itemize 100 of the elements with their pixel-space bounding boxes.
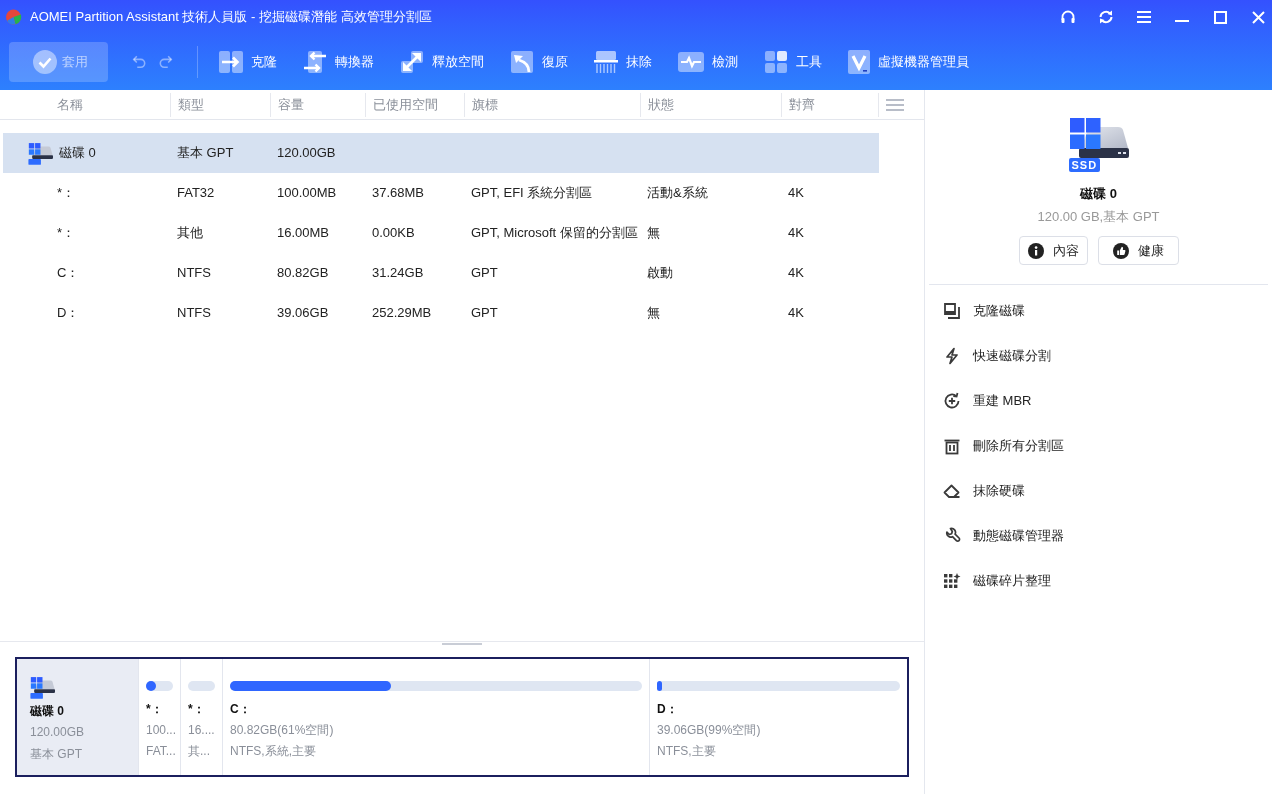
menu-icon[interactable]	[1136, 10, 1152, 24]
usage-bar	[188, 681, 215, 691]
lightning-icon	[943, 346, 961, 365]
table-cell: 基本 GPT	[177, 145, 234, 161]
disk-icon	[28, 141, 53, 165]
partition-size: 80.82GB(61%空間)	[230, 722, 335, 738]
disk-summary: 120.00 GB,基本 GPT	[1037, 209, 1160, 225]
partition-details: NTFS,系統,主要	[230, 743, 317, 759]
table-cell: C：	[57, 265, 80, 281]
circle-plus-arrow-icon	[943, 391, 961, 410]
grid-tiles-icon	[764, 50, 788, 74]
partition-details: 其...	[188, 743, 211, 759]
toolbar-button[interactable]: 克隆	[206, 42, 290, 82]
v-tile-icon	[848, 49, 870, 75]
partition-block[interactable]: C： 80.82GB(61%空間) NTFS,系統,主要	[222, 659, 649, 775]
disk-map[interactable]: 磁碟 0 120.00GB 基本 GPT *： 100... FAT... *： 16.... 其... C： 80.82GB(61%空間) NTFS,系統,主要 D： 39.06GB(99%空間) NTFS,主要	[15, 657, 909, 777]
column-header[interactable]: 容量	[270, 92, 365, 117]
table-cell: NTFS	[177, 265, 211, 281]
close-icon[interactable]	[1251, 10, 1265, 24]
action-menu-item[interactable]: 快速磁碟分割	[925, 333, 1051, 378]
toolbar-button[interactable]: 工具	[751, 42, 835, 82]
refresh-icon[interactable]	[1098, 9, 1114, 25]
table-cell: 無	[647, 305, 660, 321]
table-cell: 4K	[788, 185, 804, 201]
table-cell: 100.00MB	[277, 185, 337, 201]
dot-grid-icon	[943, 571, 961, 590]
disk-type: 基本 GPT	[30, 746, 83, 762]
headset-icon[interactable]	[1060, 9, 1076, 25]
thumbs-up-icon	[1112, 242, 1129, 259]
partition-block[interactable]: *： 100... FAT...	[138, 659, 180, 775]
copy-squares-icon	[943, 301, 961, 320]
check-circle-icon	[33, 50, 57, 74]
table-cell: GPT	[471, 305, 498, 321]
column-header[interactable]: 已使用空間	[365, 92, 464, 117]
partition-size: 39.06GB(99%空間)	[657, 722, 762, 738]
partition-label: D：	[657, 701, 679, 717]
disk-icon	[30, 676, 55, 699]
table-cell: 啟動	[647, 265, 673, 281]
action-menu-item[interactable]: 克隆磁碟	[925, 288, 1025, 333]
disk-title: 磁碟 0	[1080, 186, 1117, 202]
table-cell: 37.68MB	[372, 185, 425, 201]
toolbar-button[interactable]: 虛擬機器管理員	[835, 42, 982, 82]
table-cell: 252.29MB	[372, 305, 432, 321]
disk-summary-panel[interactable]: 磁碟 0 120.00GB 基本 GPT	[17, 659, 138, 775]
pulse-tile-icon	[678, 50, 704, 74]
table-cell: *：	[57, 225, 76, 241]
table-cell: 無	[647, 225, 660, 241]
disk-action-button[interactable]: 內容	[1018, 236, 1088, 265]
table-row[interactable]: 磁碟 0 基本 GPT 120.00GB	[3, 133, 879, 173]
action-menu-item[interactable]: 動態磁碟管理器	[925, 513, 1064, 558]
maximize-icon[interactable]	[1213, 10, 1227, 24]
table-cell: NTFS	[177, 305, 211, 321]
toolbar-button[interactable]: 轉換器	[290, 42, 387, 82]
partition-details: FAT...	[146, 743, 173, 759]
curved-arrow-tile-icon	[510, 50, 534, 74]
table-cell: 39.06GB	[277, 305, 329, 321]
action-menu-item[interactable]: 重建 MBR	[925, 378, 1032, 423]
table-cell: 80.82GB	[277, 265, 329, 281]
toolbar-button[interactable]: 復原	[497, 42, 581, 82]
column-header[interactable]: 狀態	[640, 92, 781, 117]
table-cell: GPT, Microsoft 保留的分割區	[471, 225, 638, 241]
partition-size: 100...	[146, 722, 173, 738]
table-cell: 16.00MB	[277, 225, 330, 241]
shredder-icon	[594, 50, 618, 74]
disk-action-button[interactable]: 健康	[1097, 236, 1179, 265]
partition-label: C：	[230, 701, 252, 717]
partition-label: *：	[146, 701, 164, 717]
table-cell: 4K	[788, 225, 804, 241]
table-cell: 活動&系統	[647, 185, 708, 201]
app-logo-icon	[5, 8, 23, 26]
wrench-icon	[943, 526, 961, 545]
drive-icon	[1068, 118, 1129, 158]
table-cell: 120.00GB	[277, 145, 336, 161]
toolbar-button[interactable]: 抹除	[581, 42, 665, 82]
arrow-tiles-icon	[219, 50, 243, 74]
partition-label: *：	[188, 701, 206, 717]
table-cell: 0.00KB	[372, 225, 415, 241]
partition-block[interactable]: *： 16.... 其...	[180, 659, 222, 775]
window-title: AOMEI Partition Assistant 技術人員版 - 挖掘磁碟潛能 高效管理分割區	[30, 9, 432, 25]
action-menu-item[interactable]: 刪除所有分割區	[925, 423, 1064, 468]
table-cell: D：	[57, 305, 80, 321]
table-cell: 4K	[788, 305, 804, 321]
action-menu-item[interactable]: 磁碟碎片整理	[925, 558, 1051, 603]
toolbar-button[interactable]: 釋放空間	[387, 42, 497, 82]
disk-size: 120.00GB	[30, 724, 86, 740]
action-menu-item[interactable]: 抹除硬碟	[925, 468, 1025, 513]
table-cell: 31.24GB	[372, 265, 424, 281]
toolbar-button[interactable]: 檢測	[665, 42, 751, 82]
table-cell: *：	[57, 185, 76, 201]
disk-name: 磁碟 0	[30, 703, 65, 719]
table-cell-text: 磁碟 0	[59, 144, 96, 163]
table-cell: 其他	[177, 225, 203, 241]
drive-type-badge: SSD	[1068, 158, 1101, 172]
info-icon	[1027, 242, 1044, 259]
partition-block[interactable]: D： 39.06GB(99%空間) NTFS,主要	[649, 659, 907, 775]
table-cell: 4K	[788, 265, 804, 281]
expand-arrows-icon	[400, 50, 424, 74]
partition-size: 16....	[188, 722, 215, 738]
table-cell: FAT32	[177, 185, 215, 201]
swap-arrows-icon	[303, 50, 327, 74]
